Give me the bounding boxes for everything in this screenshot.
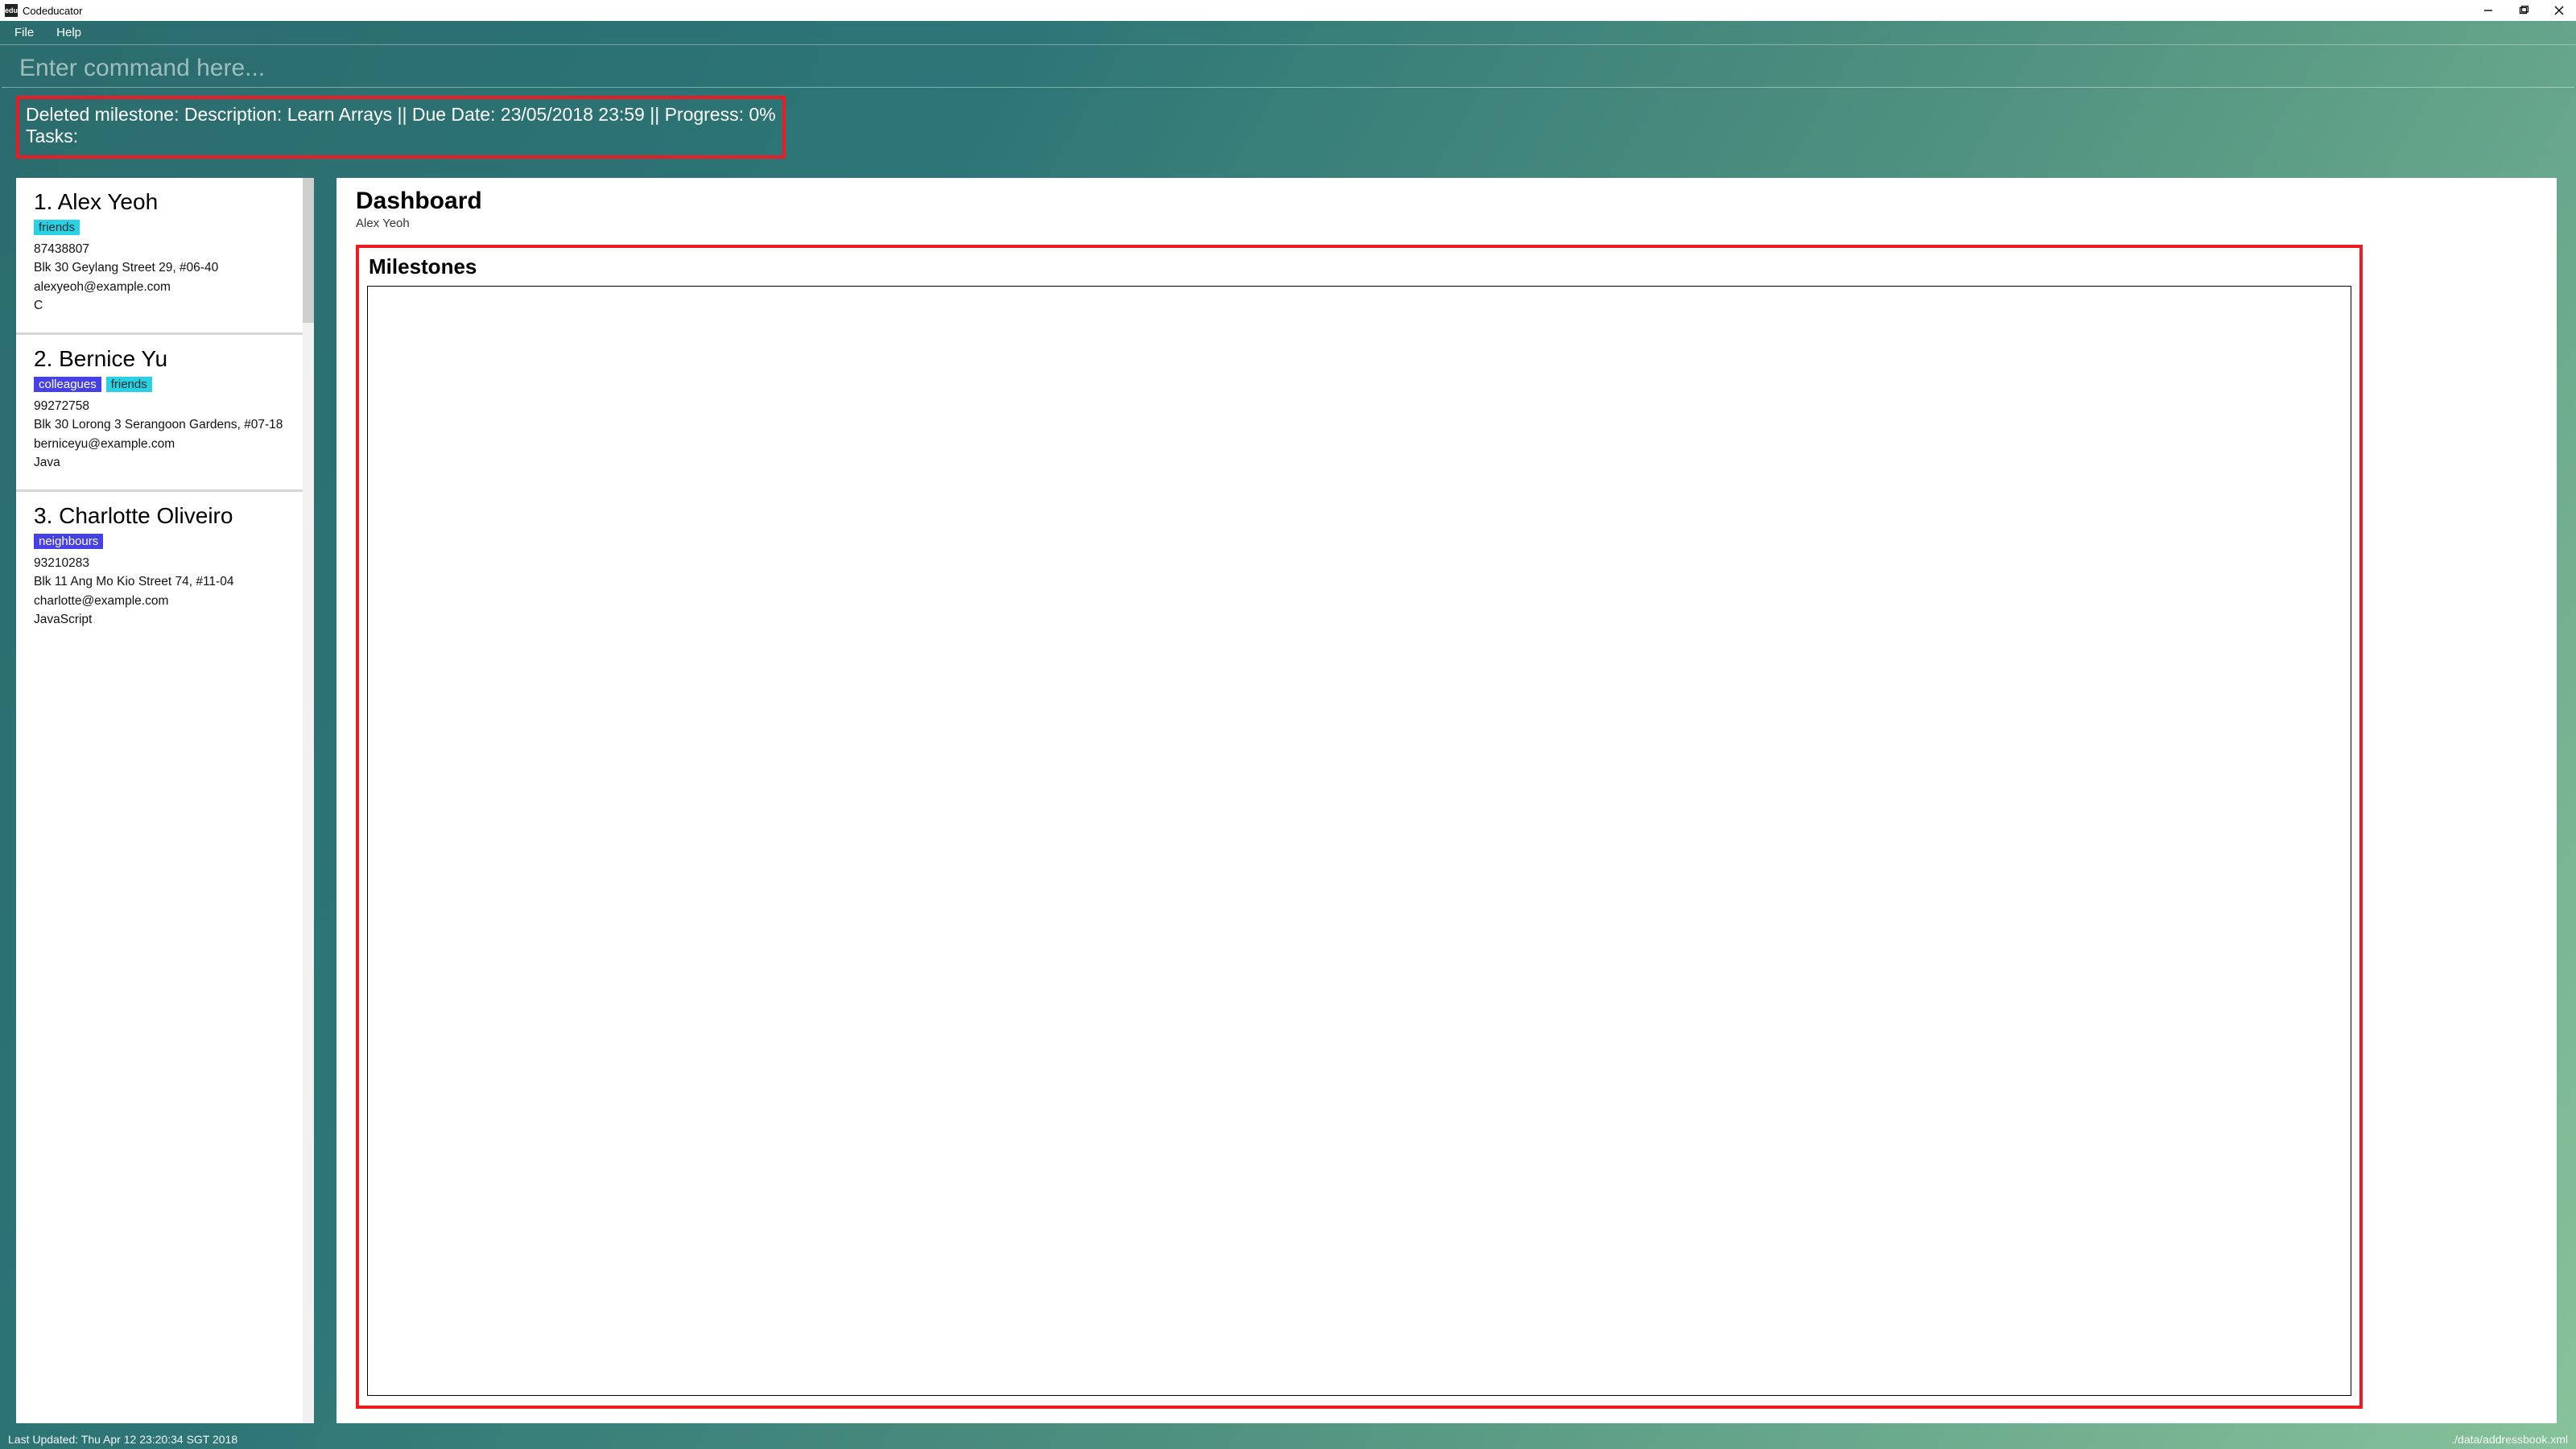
app-icon: edu [5, 4, 18, 17]
tag-neighbours: neighbours [34, 534, 103, 549]
menu-file[interactable]: File [14, 26, 34, 39]
person-tags: colleagues friends [34, 377, 296, 392]
person-address: Blk 30 Geylang Street 29, #06-40 [34, 258, 296, 277]
person-address: Blk 11 Ang Mo Kio Street 74, #11-04 [34, 572, 296, 591]
milestones-title: Milestones [369, 254, 2351, 279]
person-tags: friends [34, 220, 296, 235]
person-email: berniceyu@example.com [34, 435, 296, 453]
person-list-scroll[interactable]: 1. Alex Yeoh friends 87438807Blk 30 Geylan… [16, 178, 314, 1423]
tag-friends: friends [106, 377, 152, 392]
status-data-path: ./data/addressbook.xml [2451, 1433, 2568, 1446]
dashboard-panel: Dashboard Alex Yeoh Milestones [336, 178, 2557, 1423]
status-last-updated: Last Updated: Thu Apr 12 23:20:34 SGT 20… [8, 1433, 237, 1446]
person-phone: 93210283 [34, 554, 296, 572]
person-lang: Java [34, 453, 296, 472]
person-address: Blk 30 Lorong 3 Serangoon Gardens, #07-1… [34, 415, 296, 434]
minimize-button[interactable] [2481, 3, 2496, 18]
tag-friends: friends [34, 220, 80, 235]
person-phone: 99272758 [34, 397, 296, 415]
scrollbar-thumb[interactable] [303, 178, 314, 323]
titlebar: edu Codeducator [0, 0, 2576, 21]
person-card[interactable]: 3. Charlotte Oliveiro neighbours 93210283B… [16, 492, 314, 646]
content-area: 1. Alex Yeoh friends 87438807Blk 30 Geylan… [0, 162, 2576, 1430]
person-email: alexyeoh@example.com [34, 278, 296, 296]
person-name: 3. Charlotte Oliveiro [34, 503, 296, 529]
menubar: File Help [0, 21, 2576, 45]
menu-help[interactable]: Help [56, 26, 81, 39]
tag-colleagues: colleagues [34, 377, 101, 392]
person-lang: JavaScript [34, 610, 296, 629]
command-row [0, 45, 2576, 87]
milestones-highlight-box: Milestones [356, 245, 2363, 1409]
person-name: 1. Alex Yeoh [34, 189, 296, 215]
scrollbar-track[interactable] [303, 178, 314, 1423]
person-name: 2. Bernice Yu [34, 346, 296, 372]
milestones-list[interactable] [367, 286, 2351, 1396]
dashboard-title: Dashboard [356, 188, 2537, 215]
dashboard-subtitle: Alex Yeoh [356, 217, 2537, 230]
person-card[interactable]: 2. Bernice Yu colleagues friends 99272758Bl… [16, 335, 314, 492]
person-phone: 87438807 [34, 240, 296, 258]
person-list-panel: 1. Alex Yeoh friends 87438807Blk 30 Geylan… [16, 178, 314, 1423]
result-line-2: Tasks: [26, 126, 776, 147]
result-box: Deleted milestone: Description: Learn Ar… [16, 96, 786, 159]
status-bar: Last Updated: Thu Apr 12 23:20:34 SGT 20… [0, 1430, 2576, 1449]
window-controls [2481, 3, 2571, 18]
result-area: Deleted milestone: Description: Learn Ar… [0, 88, 2576, 162]
command-input[interactable] [19, 55, 2557, 82]
maximize-button[interactable] [2516, 3, 2531, 18]
person-tags: neighbours [34, 534, 296, 549]
person-lang: C [34, 296, 296, 315]
window-title: Codeducator [23, 5, 82, 17]
person-email: charlotte@example.com [34, 592, 296, 610]
close-button[interactable] [2552, 3, 2566, 18]
person-card[interactable]: 1. Alex Yeoh friends 87438807Blk 30 Geylan… [16, 178, 314, 335]
result-line-1: Deleted milestone: Description: Learn Ar… [26, 104, 776, 126]
